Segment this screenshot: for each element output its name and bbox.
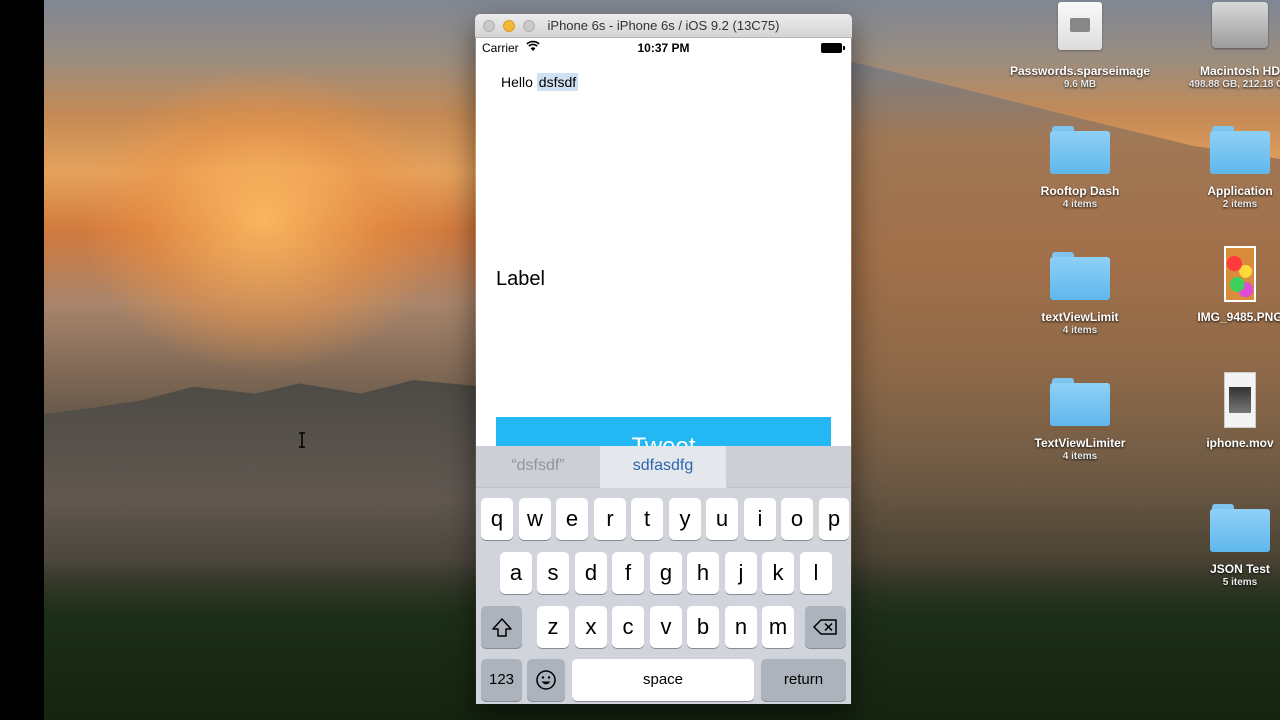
desktop-icon-sub: 5 items bbox=[1222, 577, 1258, 588]
key-o[interactable]: o bbox=[781, 498, 813, 540]
key-c[interactable]: c bbox=[612, 606, 644, 648]
numbers-key[interactable]: 123 bbox=[481, 659, 522, 701]
key-l[interactable]: l bbox=[800, 552, 832, 594]
key-a[interactable]: a bbox=[500, 552, 532, 594]
prediction-item[interactable]: sdfasdfg bbox=[600, 446, 726, 488]
key-j[interactable]: j bbox=[725, 552, 757, 594]
backspace-icon bbox=[805, 606, 846, 648]
key-b[interactable]: b bbox=[687, 606, 719, 648]
key-p[interactable]: p bbox=[819, 498, 849, 540]
folder-icon bbox=[1050, 126, 1110, 174]
desktop-icon-sub: 9.6 MB bbox=[1063, 79, 1097, 90]
desktop-icon-iphone-mov[interactable]: iphone.mov bbox=[1170, 372, 1280, 450]
folder-icon bbox=[1210, 504, 1270, 552]
character-count-label: Label bbox=[496, 268, 545, 290]
key-m[interactable]: m bbox=[762, 606, 794, 648]
text-view-text: Hello bbox=[501, 74, 533, 90]
key-h[interactable]: h bbox=[687, 552, 719, 594]
emoji-icon bbox=[527, 659, 565, 701]
desktop-icon-rooftop-dash[interactable]: Rooftop Dash 4 items bbox=[1010, 126, 1150, 210]
simulator-window: iPhone 6s - iPhone 6s / iOS 9.2 (13C75) … bbox=[475, 14, 852, 704]
battery-icon bbox=[821, 43, 845, 53]
desktop-icon-label: iphone.mov bbox=[1206, 436, 1274, 450]
key-d[interactable]: d bbox=[575, 552, 607, 594]
key-w[interactable]: w bbox=[519, 498, 551, 540]
key-s[interactable]: s bbox=[537, 552, 569, 594]
key-n[interactable]: n bbox=[725, 606, 757, 648]
prediction-item[interactable] bbox=[726, 446, 851, 488]
hard-drive-icon bbox=[1212, 2, 1268, 48]
desktop-icon-img-9485[interactable]: IMG_9485.PNG bbox=[1170, 246, 1280, 324]
shift-key[interactable] bbox=[481, 606, 522, 648]
desktop-icon-sub: 4 items bbox=[1062, 451, 1098, 462]
tweet-text-view[interactable]: Hello dsfsdf bbox=[501, 73, 579, 91]
key-e[interactable]: e bbox=[556, 498, 588, 540]
key-v[interactable]: v bbox=[650, 606, 682, 648]
ios-keyboard: “dsfsdf” sdfasdfg q w e r t y u i o p a … bbox=[476, 446, 851, 704]
desktop-icon-label: JSON Test bbox=[1210, 562, 1270, 576]
key-k[interactable]: k bbox=[762, 552, 794, 594]
key-u[interactable]: u bbox=[706, 498, 738, 540]
iphone-screen: Carrier 10:37 PM Hello dsfsdf Label Twee… bbox=[476, 38, 851, 704]
desktop-icon-textviewlimit[interactable]: textViewLimit 4 items bbox=[1010, 252, 1150, 336]
image-file-icon bbox=[1224, 246, 1256, 302]
delete-key[interactable] bbox=[805, 606, 846, 648]
folder-icon bbox=[1210, 126, 1270, 174]
key-r[interactable]: r bbox=[594, 498, 626, 540]
folder-icon bbox=[1050, 378, 1110, 426]
desktop-icon-label: Passwords.sparseimage bbox=[1010, 64, 1151, 78]
desktop-icon-macintosh-hd[interactable]: Macintosh HD 498.88 GB, 212.18 GB bbox=[1170, 2, 1280, 90]
desktop-icon-sub: 4 items bbox=[1062, 325, 1098, 336]
key-f[interactable]: f bbox=[612, 552, 644, 594]
desktop-icon-label: Application bbox=[1207, 184, 1273, 198]
status-time: 10:37 PM bbox=[637, 41, 690, 55]
desktop-icon-label: TextViewLimiter bbox=[1034, 436, 1126, 450]
return-key[interactable]: return bbox=[761, 659, 846, 701]
key-g[interactable]: g bbox=[650, 552, 682, 594]
window-title: iPhone 6s - iPhone 6s / iOS 9.2 (13C75) bbox=[547, 18, 780, 33]
desktop-icon-label: Rooftop Dash bbox=[1040, 184, 1120, 198]
folder-icon bbox=[1050, 252, 1110, 300]
desktop-icon-json-test[interactable]: JSON Test 5 items bbox=[1170, 504, 1280, 588]
key-y[interactable]: y bbox=[669, 498, 701, 540]
movie-file-icon bbox=[1224, 372, 1256, 428]
desktop-icon-application[interactable]: Application 2 items bbox=[1170, 126, 1280, 210]
predictive-bar: “dsfsdf” sdfasdfg bbox=[476, 446, 851, 488]
desktop-icon-sub: 2 items bbox=[1222, 199, 1258, 210]
desktop-icon-textviewlimiter[interactable]: TextViewLimiter 4 items bbox=[1010, 378, 1150, 462]
text-cursor-icon bbox=[298, 432, 306, 453]
key-i[interactable]: i bbox=[744, 498, 776, 540]
disk-image-icon bbox=[1058, 2, 1102, 50]
selected-text[interactable]: dsfsdf bbox=[536, 73, 579, 91]
status-bar: Carrier 10:37 PM bbox=[476, 38, 851, 58]
desktop-icon-passwords[interactable]: Passwords.sparseimage 9.6 MB bbox=[1010, 2, 1150, 90]
desktop-icon-sub: 4 items bbox=[1062, 199, 1098, 210]
prediction-item[interactable]: “dsfsdf” bbox=[476, 446, 600, 488]
key-x[interactable]: x bbox=[575, 606, 607, 648]
desktop-icon-label: IMG_9485.PNG bbox=[1197, 310, 1280, 324]
window-titlebar[interactable]: iPhone 6s - iPhone 6s / iOS 9.2 (13C75) bbox=[475, 14, 852, 38]
key-q[interactable]: q bbox=[481, 498, 513, 540]
shift-icon bbox=[481, 606, 522, 648]
key-z[interactable]: z bbox=[537, 606, 569, 648]
key-t[interactable]: t bbox=[631, 498, 663, 540]
space-key[interactable]: space bbox=[572, 659, 754, 701]
desktop-icon-sub: 498.88 GB, 212.18 GB bbox=[1188, 79, 1280, 90]
desktop-icon-label: textViewLimit bbox=[1041, 310, 1119, 324]
desktop-icon-label: Macintosh HD bbox=[1199, 64, 1280, 78]
emoji-key[interactable] bbox=[527, 659, 565, 701]
